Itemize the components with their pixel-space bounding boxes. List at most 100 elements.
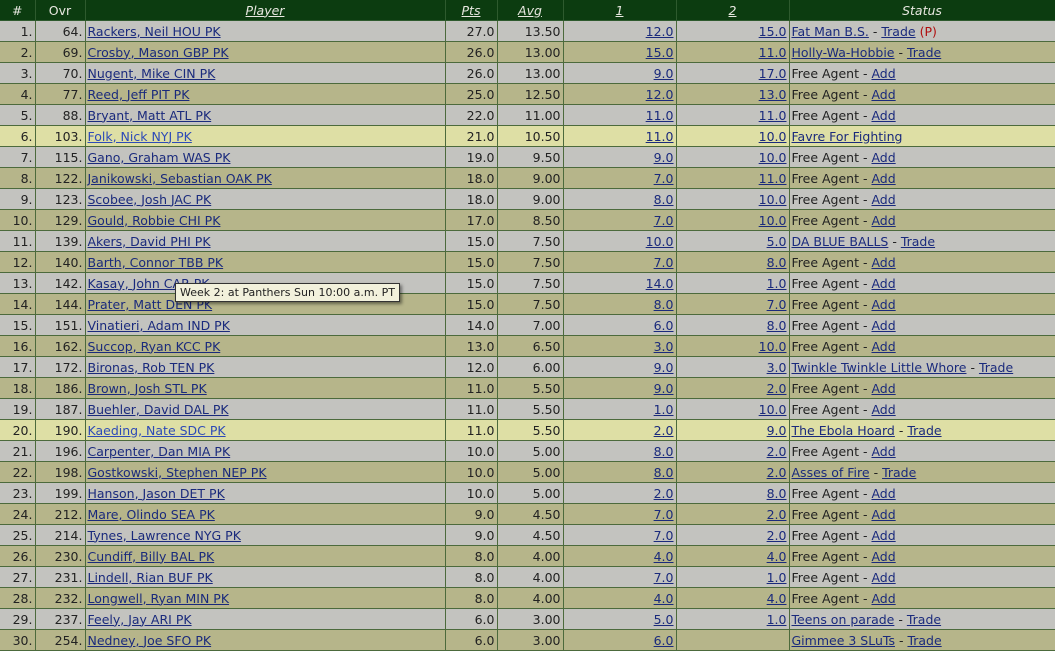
col-header-player[interactable]: Player xyxy=(85,0,446,21)
week1-points-link[interactable]: 9.0 xyxy=(654,150,674,165)
week1-points-link[interactable]: 9.0 xyxy=(654,381,674,396)
week1-points-link[interactable]: 3.0 xyxy=(654,339,674,354)
col-header-avg[interactable]: Avg xyxy=(497,0,564,21)
week2-points-link[interactable]: 10.0 xyxy=(759,192,787,207)
week1-points-link[interactable]: 7.0 xyxy=(654,570,674,585)
add-link[interactable]: Add xyxy=(871,549,895,564)
week2-points-link[interactable]: 11.0 xyxy=(759,171,787,186)
week2-points-link[interactable]: 2.0 xyxy=(767,465,787,480)
week1-points-link[interactable]: 8.0 xyxy=(654,465,674,480)
week2-points-link[interactable]: 7.0 xyxy=(767,297,787,312)
player-link[interactable]: Tynes, Lawrence NYG PK xyxy=(88,528,241,543)
week2-points-link[interactable]: 13.0 xyxy=(759,87,787,102)
player-link[interactable]: Longwell, Ryan MIN PK xyxy=(88,591,230,606)
week1-points-link[interactable]: 4.0 xyxy=(654,549,674,564)
add-link[interactable]: Add xyxy=(871,192,895,207)
week1-points-link[interactable]: 8.0 xyxy=(654,297,674,312)
player-link[interactable]: Carpenter, Dan MIA PK xyxy=(88,444,231,459)
player-link[interactable]: Reed, Jeff PIT PK xyxy=(88,87,190,102)
player-link[interactable]: Rackers, Neil HOU PK xyxy=(88,24,221,39)
week1-points-link[interactable]: 7.0 xyxy=(654,213,674,228)
week1-points-link[interactable]: 11.0 xyxy=(646,129,674,144)
trade-link[interactable]: Trade xyxy=(907,612,941,627)
player-link[interactable]: Gostkowski, Stephen NEP PK xyxy=(88,465,267,480)
week2-points-link[interactable]: 8.0 xyxy=(767,255,787,270)
add-link[interactable]: Add xyxy=(871,213,895,228)
player-link[interactable]: Gould, Robbie CHI PK xyxy=(88,213,221,228)
week1-points-link[interactable]: 7.0 xyxy=(654,255,674,270)
player-link[interactable]: Nugent, Mike CIN PK xyxy=(88,66,216,81)
week1-points-link[interactable]: 10.0 xyxy=(646,234,674,249)
team-owner-link[interactable]: Teens on parade xyxy=(792,612,895,627)
week2-points-link[interactable]: 11.0 xyxy=(759,108,787,123)
add-link[interactable]: Add xyxy=(871,486,895,501)
week2-points-link[interactable]: 1.0 xyxy=(767,612,787,627)
add-link[interactable]: Add xyxy=(871,318,895,333)
team-owner-link[interactable]: DA BLUE BALLS xyxy=(792,234,889,249)
week1-points-link[interactable]: 12.0 xyxy=(646,24,674,39)
week2-points-link[interactable]: 9.0 xyxy=(767,423,787,438)
trade-link[interactable]: Trade xyxy=(907,45,941,60)
player-link[interactable]: Akers, David PHI PK xyxy=(88,234,211,249)
team-owner-link[interactable]: Asses of Fire xyxy=(792,465,870,480)
week1-points-link[interactable]: 11.0 xyxy=(646,108,674,123)
week2-points-link[interactable]: 2.0 xyxy=(767,444,787,459)
col-header-week1[interactable]: 1 xyxy=(563,0,677,21)
week2-points-link[interactable]: 10.0 xyxy=(759,339,787,354)
player-link[interactable]: Janikowski, Sebastian OAK PK xyxy=(88,171,272,186)
team-owner-link[interactable]: Favre For Fighting xyxy=(792,129,903,144)
add-link[interactable]: Add xyxy=(871,402,895,417)
week1-points-link[interactable]: 12.0 xyxy=(646,87,674,102)
add-link[interactable]: Add xyxy=(871,171,895,186)
player-link[interactable]: Brown, Josh STL PK xyxy=(88,381,207,396)
week2-points-link[interactable]: 4.0 xyxy=(767,549,787,564)
week2-points-link[interactable]: 8.0 xyxy=(767,318,787,333)
week1-points-link[interactable]: 14.0 xyxy=(646,276,674,291)
player-link[interactable]: Vinatieri, Adam IND PK xyxy=(88,318,230,333)
col-header-week2[interactable]: 2 xyxy=(676,0,790,21)
player-link[interactable]: Feely, Jay ARI PK xyxy=(88,612,192,627)
week2-points-link[interactable]: 10.0 xyxy=(759,213,787,228)
week2-points-link[interactable]: 4.0 xyxy=(767,591,787,606)
player-link[interactable]: Crosby, Mason GBP PK xyxy=(88,45,229,60)
week2-points-link[interactable]: 2.0 xyxy=(767,381,787,396)
trade-link[interactable]: Trade xyxy=(881,24,915,39)
player-link[interactable]: Nedney, Joe SFO PK xyxy=(88,633,212,648)
team-owner-link[interactable]: The Ebola Hoard xyxy=(792,423,895,438)
player-link[interactable]: Buehler, David DAL PK xyxy=(88,402,229,417)
player-link[interactable]: Succop, Ryan KCC PK xyxy=(88,339,221,354)
week1-points-link[interactable]: 2.0 xyxy=(654,486,674,501)
add-link[interactable]: Add xyxy=(871,255,895,270)
week2-points-link[interactable]: 10.0 xyxy=(759,150,787,165)
player-link[interactable]: Bironas, Rob TEN PK xyxy=(88,360,215,375)
team-owner-link[interactable]: Fat Man B.S. xyxy=(792,24,869,39)
trade-link[interactable]: Trade xyxy=(979,360,1013,375)
add-link[interactable]: Add xyxy=(871,591,895,606)
week1-points-link[interactable]: 5.0 xyxy=(654,612,674,627)
player-link[interactable]: Kaeding, Nate SDC PK xyxy=(88,423,226,438)
add-link[interactable]: Add xyxy=(871,66,895,81)
week2-points-link[interactable]: 15.0 xyxy=(759,24,787,39)
trade-link[interactable]: Trade xyxy=(907,423,941,438)
week2-points-link[interactable]: 17.0 xyxy=(759,66,787,81)
week1-points-link[interactable]: 15.0 xyxy=(646,45,674,60)
add-link[interactable]: Add xyxy=(871,276,895,291)
player-link[interactable]: Cundiff, Billy BAL PK xyxy=(88,549,215,564)
player-link[interactable]: Barth, Connor TBB PK xyxy=(88,255,224,270)
team-owner-link[interactable]: Holly-Wa-Hobbie xyxy=(792,45,895,60)
player-link[interactable]: Lindell, Rian BUF PK xyxy=(88,570,213,585)
add-link[interactable]: Add xyxy=(871,150,895,165)
week1-points-link[interactable]: 6.0 xyxy=(654,318,674,333)
add-link[interactable]: Add xyxy=(871,339,895,354)
trade-link[interactable]: Trade xyxy=(907,633,941,648)
week2-points-link[interactable]: 3.0 xyxy=(767,360,787,375)
add-link[interactable]: Add xyxy=(871,297,895,312)
player-link[interactable]: Mare, Olindo SEA PK xyxy=(88,507,215,522)
week2-points-link[interactable]: 10.0 xyxy=(759,129,787,144)
week2-points-link[interactable]: 10.0 xyxy=(759,402,787,417)
add-link[interactable]: Add xyxy=(871,87,895,102)
player-link[interactable]: Bryant, Matt ATL PK xyxy=(88,108,212,123)
add-link[interactable]: Add xyxy=(871,444,895,459)
week1-points-link[interactable]: 8.0 xyxy=(654,444,674,459)
week2-points-link[interactable]: 8.0 xyxy=(767,486,787,501)
